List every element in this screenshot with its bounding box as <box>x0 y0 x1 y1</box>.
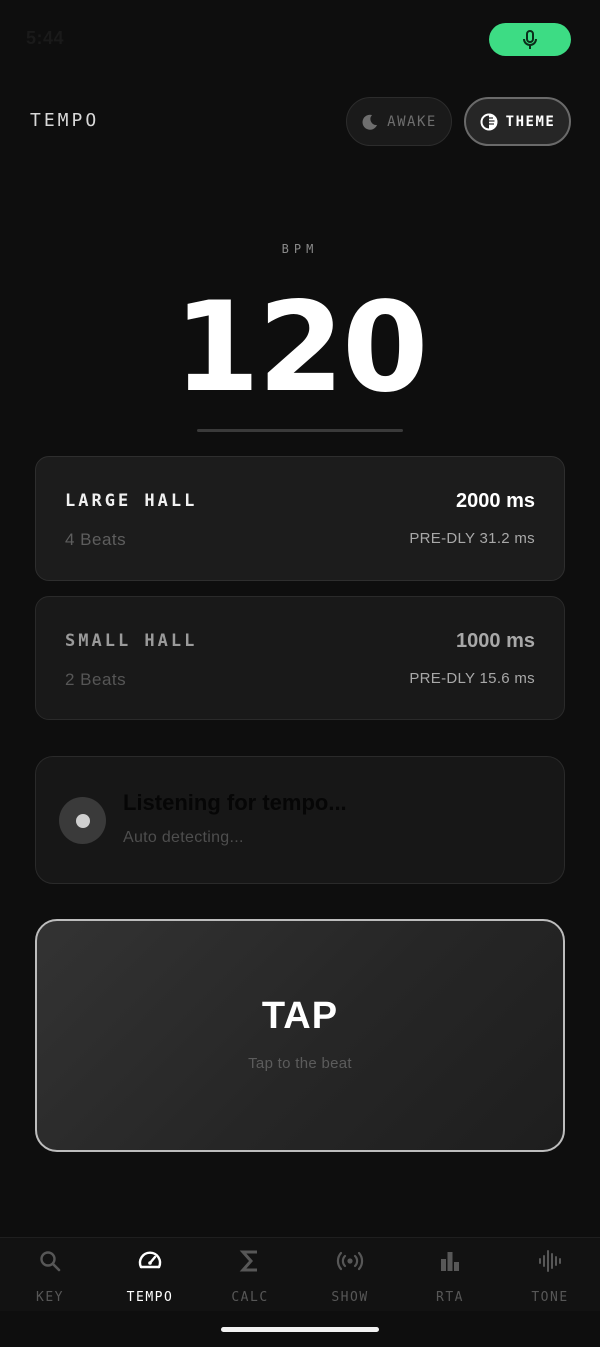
contrast-icon <box>480 113 498 130</box>
nav-label: KEY <box>36 1290 64 1305</box>
card-predelay: PRE-DLY 31.2 ms <box>409 530 535 547</box>
nav-item-tone[interactable]: TONE <box>500 1238 600 1312</box>
listening-indicator <box>59 797 106 844</box>
microphone-icon <box>523 29 537 49</box>
bottom-nav: KEY TEMPO CALC SHOW RTA TONE <box>0 1237 600 1311</box>
tap-label: TAP <box>261 995 339 1037</box>
theme-label: THEME <box>505 113 556 130</box>
bar-chart-icon <box>441 1252 459 1271</box>
card-beats: 4 Beats <box>65 530 127 549</box>
bpm-divider <box>197 429 403 432</box>
nav-label: TONE <box>531 1290 569 1305</box>
large-hall-card[interactable]: LARGE HALL 4 Beats 2000 ms PRE-DLY 31.2 … <box>35 456 565 581</box>
nav-item-calc[interactable]: CALC <box>200 1238 300 1312</box>
card-predelay: PRE-DLY 15.6 ms <box>409 670 535 687</box>
bpm-label: BPM <box>281 242 319 256</box>
nav-item-key[interactable]: KEY <box>0 1238 100 1312</box>
nav-label: CALC <box>231 1290 269 1305</box>
microphone-button[interactable] <box>489 23 571 56</box>
record-dot-icon <box>75 813 90 828</box>
card-name: SMALL HALL <box>65 631 198 651</box>
page-title: TEMPO <box>30 110 100 131</box>
awake-toggle[interactable]: AWAKE <box>346 97 452 146</box>
listening-subtitle: Auto detecting... <box>123 829 244 846</box>
small-hall-card[interactable]: SMALL HALL 2 Beats 1000 ms PRE-DLY 15.6 … <box>35 596 565 720</box>
tap-subtitle: Tap to the beat <box>248 1055 352 1072</box>
card-time: 1000 ms <box>456 630 535 652</box>
card-name: LARGE HALL <box>65 491 198 511</box>
status-time: 5:44 <box>26 28 65 48</box>
speedometer-icon <box>138 1251 162 1269</box>
tap-button[interactable]: TAP Tap to the beat <box>35 919 565 1152</box>
theme-toggle[interactable]: THEME <box>464 97 571 146</box>
nav-label: RTA <box>436 1290 464 1305</box>
home-indicator[interactable] <box>221 1327 379 1332</box>
auto-detect-card[interactable]: Listening for tempo... Auto detecting... <box>35 756 565 884</box>
nav-item-rta[interactable]: RTA <box>400 1238 500 1312</box>
broadcast-icon <box>336 1251 364 1271</box>
card-beats: 2 Beats <box>65 670 127 689</box>
awake-label: AWAKE <box>387 113 437 130</box>
nav-item-show[interactable]: SHOW <box>300 1238 400 1312</box>
nav-label: TEMPO <box>126 1290 174 1305</box>
sigma-icon <box>239 1250 257 1272</box>
waveform-icon <box>539 1250 561 1272</box>
moon-icon <box>362 114 378 130</box>
nav-item-tempo[interactable]: TEMPO <box>100 1238 200 1312</box>
listening-title: Listening for tempo... <box>123 790 347 815</box>
card-time: 2000 ms <box>456 490 535 512</box>
nav-label: SHOW <box>331 1290 369 1305</box>
search-icon <box>40 1251 61 1272</box>
bpm-value: 120 <box>173 276 429 420</box>
